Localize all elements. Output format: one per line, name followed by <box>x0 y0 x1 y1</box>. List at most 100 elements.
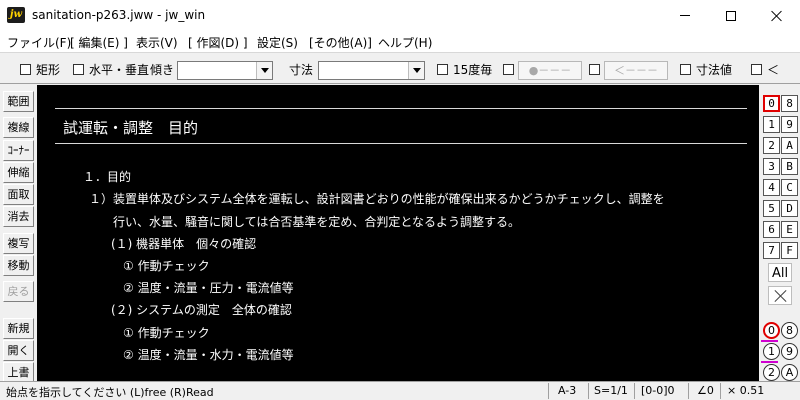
layer-6-button[interactable]: 6 <box>763 221 780 238</box>
text-line: 行い、水量、騒音に関しては合否基準を定め、合判定となるよう調整する。 <box>113 215 521 229</box>
maximize-button[interactable] <box>708 0 754 31</box>
layer-group-1-button[interactable]: 1 <box>763 343 780 360</box>
erase-button[interactable]: 消去 <box>3 206 34 227</box>
chamfer-button[interactable]: 面取 <box>3 184 34 205</box>
layer-1-button[interactable]: 1 <box>763 116 780 133</box>
paper-size[interactable]: A-3 <box>558 384 576 397</box>
status-divider <box>688 383 689 399</box>
deg15-checkbox[interactable] <box>437 64 448 75</box>
group-indicator-bar <box>761 361 778 363</box>
layer-e-button[interactable]: E <box>781 221 798 238</box>
chevron-down-icon[interactable] <box>408 62 424 79</box>
menu-draw[interactable]: [ 作図(D) ] <box>188 34 248 51</box>
layer-7-button[interactable]: 7 <box>763 242 780 259</box>
horizontal-vertical-checkbox[interactable] <box>73 64 84 75</box>
tilt-label: 傾き <box>150 63 175 77</box>
minimize-button[interactable] <box>662 0 708 31</box>
scale[interactable]: S=1/1 <box>594 384 628 397</box>
move-button[interactable]: 移動 <box>3 255 34 276</box>
status-divider <box>548 383 549 399</box>
dimension-label: 寸法 <box>289 63 314 77</box>
minimize-icon <box>680 15 690 16</box>
text-line: １）装置単体及びシステム全体を運転し、設計図書どおりの性能が確保出来るかどうかチ… <box>89 192 665 206</box>
text-line: (２) システムの測定 全体の確認 <box>111 303 292 317</box>
save-button[interactable]: 上書 <box>3 362 34 383</box>
layer-group-2-button[interactable]: 2 <box>763 364 780 381</box>
layer-9-button[interactable]: 9 <box>781 116 798 133</box>
angle[interactable]: ∠0 <box>697 384 714 397</box>
dimension-value-checkbox[interactable] <box>680 64 691 75</box>
copy-button[interactable]: 複写 <box>3 233 34 254</box>
point-line-button[interactable]: ●－－－ <box>518 61 582 80</box>
all-layers-button[interactable]: All <box>768 263 792 282</box>
window-title: sanitation-p263.jww - jw_win <box>32 8 206 22</box>
frame-line-title <box>55 143 747 144</box>
lt-label: ＜ <box>767 63 780 77</box>
chevron-down-icon[interactable] <box>256 62 272 79</box>
layer-group-0-button[interactable]: 0 <box>763 322 780 339</box>
text-line: (１) 機器単体 個々の確認 <box>111 237 257 251</box>
horizontal-vertical-label: 水平・垂直 <box>89 63 150 77</box>
text-line: ② 温度・流量・水力・電流値等 <box>123 348 294 362</box>
layer-f-button[interactable]: F <box>781 242 798 259</box>
layer-d-button[interactable]: D <box>781 200 798 217</box>
text-line: ① 作動チェック <box>123 326 210 340</box>
menu-file[interactable]: ファイル(F) <box>7 34 71 51</box>
jw-app-icon: jw <box>7 7 25 23</box>
status-bar: 始点を指示してください (L)free (R)Read A-3 S=1/1 [0… <box>0 381 800 400</box>
deg15-label: 15度毎 <box>453 63 493 77</box>
title-bar: jw sanitation-p263.jww - jw_win <box>0 0 800 31</box>
layer-3-button[interactable]: 3 <box>763 158 780 175</box>
lt-checkbox[interactable] <box>751 64 762 75</box>
rect-label: 矩形 <box>36 63 61 77</box>
close-icon[interactable] <box>768 286 792 305</box>
range-button[interactable]: 範囲 <box>3 91 34 112</box>
layer-a-button[interactable]: A <box>781 137 798 154</box>
dimension-combobox[interactable] <box>318 61 425 80</box>
layer-4-button[interactable]: 4 <box>763 179 780 196</box>
maximize-icon <box>726 10 736 21</box>
offset-button[interactable]: 複線 <box>3 117 34 138</box>
zoom[interactable]: × 0.51 <box>727 384 764 397</box>
close-button[interactable] <box>754 0 800 31</box>
layer-5-button[interactable]: 5 <box>763 200 780 217</box>
close-icon <box>771 10 783 22</box>
open-button[interactable]: 開く <box>3 340 34 361</box>
menu-help[interactable]: ヘルプ(H) <box>378 34 432 51</box>
left-tool-column: 範囲 複線 ｺｰﾅｰ 伸縮 面取 消去 複写 移動 戻る 新規 開く 上書 <box>0 85 37 383</box>
arrow-line-button[interactable]: ＜－－－ <box>604 61 668 80</box>
layer-0-button[interactable]: 0 <box>763 95 780 112</box>
frame-line-top <box>55 108 747 109</box>
menu-other[interactable]: [その他(A)] <box>309 34 372 51</box>
layer-group-9-button[interactable]: 9 <box>781 343 798 360</box>
rect-checkbox[interactable] <box>20 64 31 75</box>
stretch-button[interactable]: 伸縮 <box>3 162 34 183</box>
text-line: ① 作動チェック <box>123 259 210 273</box>
dimension-value-label: 寸法値 <box>696 63 733 77</box>
menu-view[interactable]: 表示(V) <box>136 34 178 51</box>
corner-button[interactable]: ｺｰﾅｰ <box>3 140 34 161</box>
menu-settings[interactable]: 設定(S) <box>257 34 298 51</box>
undo-button[interactable]: 戻る <box>3 281 34 302</box>
layer-group-8-button[interactable]: 8 <box>781 322 798 339</box>
status-message: 始点を指示してください (L)free (R)Read <box>6 386 214 399</box>
tilt-combobox[interactable] <box>177 61 273 80</box>
layer-2-button[interactable]: 2 <box>763 137 780 154</box>
arrow-mode-checkbox[interactable] <box>589 64 600 75</box>
status-divider <box>720 383 721 399</box>
current-layer[interactable]: [0-0]0 <box>641 384 675 397</box>
menu-bar: ファイル(F) [ 編集(E) ] 表示(V) [ 作図(D) ] 設定(S) … <box>0 31 800 52</box>
status-divider <box>588 383 589 399</box>
drawing-canvas[interactable]: 試運転・調整 目的 １．目的 １）装置単体及びシステム全体を運転し、設計図書どお… <box>37 85 759 381</box>
menu-edit[interactable]: [ 編集(E) ] <box>70 34 128 51</box>
drawing-title: 試運転・調整 目的 <box>63 119 199 137</box>
point-mode-checkbox[interactable] <box>503 64 514 75</box>
layer-8-button[interactable]: 8 <box>781 95 798 112</box>
tool-options-bar: 矩形 水平・垂直 傾き 寸法 15度毎 ●－－－ ＜－－－ 寸法値 ＜ <box>0 52 800 84</box>
layer-c-button[interactable]: C <box>781 179 798 196</box>
layer-b-button[interactable]: B <box>781 158 798 175</box>
new-button[interactable]: 新規 <box>3 318 34 339</box>
group-indicator-bar <box>761 340 778 342</box>
layer-group-a-button[interactable]: A <box>781 364 798 381</box>
text-line: ② 温度・流量・圧力・電流値等 <box>123 281 294 295</box>
